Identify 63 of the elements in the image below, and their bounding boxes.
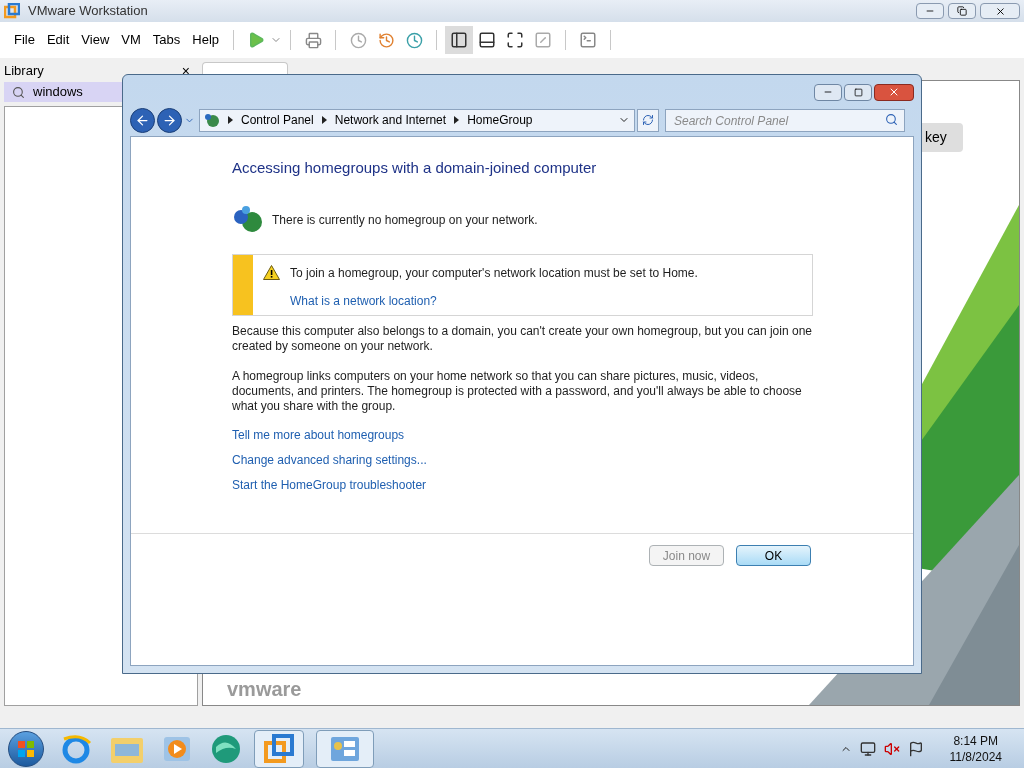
sidebar-icon[interactable] bbox=[445, 26, 474, 54]
windows-logo-icon bbox=[17, 739, 35, 758]
breadcrumb-item[interactable]: Network and Internet bbox=[334, 111, 447, 129]
close-icon bbox=[888, 86, 900, 98]
warning-text: To join a homegroup, your computer's network location must be set to Home. bbox=[290, 264, 698, 282]
chevron-icon bbox=[454, 116, 460, 124]
taskbar-item[interactable] bbox=[254, 729, 304, 768]
paragraph: Because this computer also belongs to a domain, you can't create your own homegroup, but you can join one created by someone on your network. bbox=[232, 323, 813, 354]
menu-item[interactable]: Tabs bbox=[146, 30, 187, 50]
flag-icon[interactable] bbox=[907, 740, 924, 757]
app-icon bbox=[264, 733, 294, 764]
menu-item[interactable]: Help bbox=[186, 30, 226, 50]
maximize-icon bbox=[853, 87, 863, 97]
dialog-button[interactable]: OK bbox=[736, 545, 811, 566]
close-button[interactable] bbox=[874, 83, 914, 101]
back-icon bbox=[135, 112, 150, 128]
library-title: Library bbox=[4, 62, 44, 81]
restore-button[interactable] bbox=[948, 3, 976, 19]
forward-icon bbox=[162, 112, 177, 128]
warning-icon bbox=[263, 265, 280, 280]
menu-item[interactable]: File bbox=[8, 30, 41, 50]
chevron-icon bbox=[321, 116, 327, 124]
window-title: VMware Workstation bbox=[28, 2, 148, 21]
clock[interactable]: 8:14 PM 11/8/2024 bbox=[949, 732, 1002, 765]
paragraph: A homegroup links computers on your home network so that you can share pictures, music, videos, documents, and printers. The homegroup is protected with a password, and you'll always be able to choose what you share with the group. bbox=[232, 368, 803, 414]
network-icon[interactable] bbox=[859, 740, 876, 757]
status-text: There is currently no homegroup on your network. bbox=[272, 211, 538, 229]
link[interactable]: Start the HomeGroup troubleshooter bbox=[232, 477, 427, 493]
network-icon bbox=[204, 112, 220, 128]
search-field[interactable]: windows bbox=[33, 82, 153, 102]
close-button[interactable]: × bbox=[181, 60, 190, 82]
close-icon bbox=[994, 5, 1006, 17]
refresh-button[interactable] bbox=[637, 108, 659, 132]
address-bar[interactable]: Control Panel Network and Internet HomeGroup bbox=[199, 108, 635, 132]
breadcrumb-item[interactable]: Control Panel bbox=[241, 111, 314, 129]
browser-icon[interactable] bbox=[60, 732, 92, 765]
menu-item[interactable]: Edit bbox=[40, 30, 76, 50]
link[interactable]: Change advanced sharing settings... bbox=[232, 452, 427, 468]
minimize-button[interactable] bbox=[814, 83, 842, 101]
app-icon bbox=[4, 3, 20, 19]
homegroup-icon bbox=[232, 205, 264, 234]
back-button[interactable] bbox=[130, 107, 155, 133]
start-button[interactable] bbox=[8, 730, 44, 767]
refresh-icon bbox=[642, 114, 654, 126]
volume-muted-icon[interactable] bbox=[883, 740, 900, 757]
network-location-link[interactable]: What is a network location? bbox=[290, 291, 698, 310]
taskbar-item[interactable] bbox=[316, 729, 374, 768]
warning-stripe bbox=[233, 254, 253, 315]
sphere-icon[interactable] bbox=[210, 732, 242, 765]
breadcrumb-item[interactable]: HomeGroup bbox=[467, 111, 533, 129]
maximize-button[interactable] bbox=[844, 83, 872, 101]
chevron-icon bbox=[228, 116, 233, 124]
restore-icon bbox=[957, 6, 967, 16]
search-icon bbox=[885, 112, 898, 126]
forward-button[interactable] bbox=[157, 107, 182, 133]
control-panel-icon bbox=[330, 735, 360, 762]
link[interactable]: Tell me more about homegroups bbox=[232, 427, 405, 443]
menu-item[interactable]: View bbox=[75, 30, 116, 50]
menu-item[interactable]: VM bbox=[115, 30, 147, 50]
heading: Accessing homegroups with a domain-joined computer bbox=[232, 158, 598, 178]
search-icon bbox=[12, 85, 25, 99]
vmware-logo: vmware bbox=[227, 677, 302, 701]
search-field[interactable]: Search Control Panel bbox=[665, 109, 905, 133]
